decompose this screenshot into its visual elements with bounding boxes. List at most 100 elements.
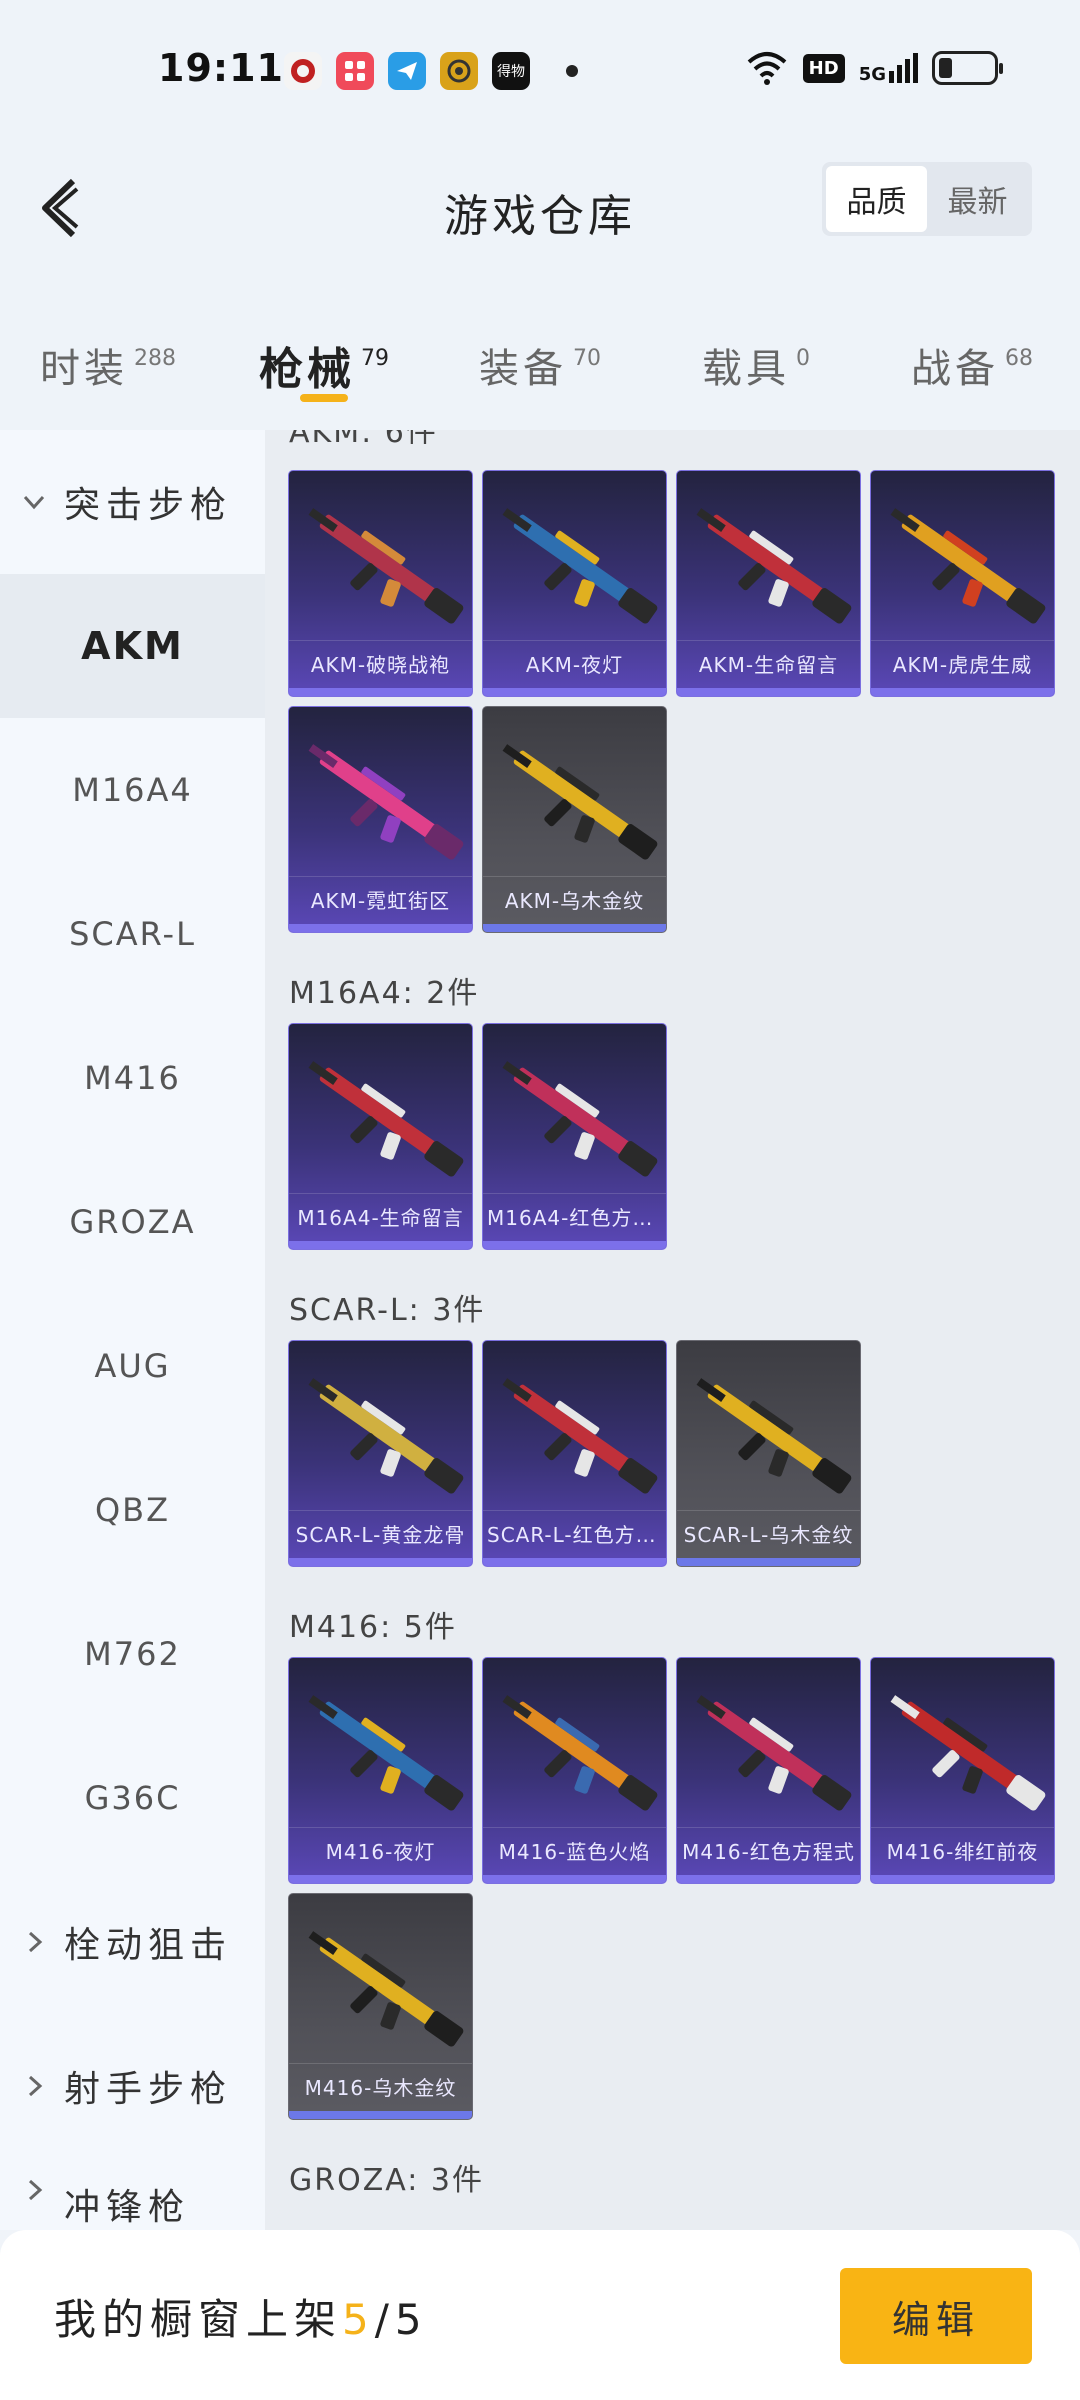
- sidebar-item-m16a4[interactable]: M16A4: [0, 718, 265, 862]
- chevron-right-icon: [28, 2075, 43, 2097]
- sidebar-item-m762[interactable]: M762: [0, 1582, 265, 1726]
- sidebar-group-assault-rifles[interactable]: 突击步枪: [0, 430, 265, 574]
- sort-toggle: 品质 最新: [822, 162, 1032, 236]
- sidebar-group-marksman-rifles[interactable]: 射手步枪: [0, 2014, 265, 2158]
- weapon-skin-name: M16A4-生命留言: [289, 1193, 472, 1241]
- weapon-skin-card[interactable]: M416-乌木金纹: [288, 1893, 473, 2120]
- weapon-image: [502, 1378, 658, 1494]
- tab-firearms[interactable]: 枪械 79: [216, 300, 432, 430]
- rarity-bar: [289, 924, 472, 932]
- tab-count: 0: [796, 345, 810, 371]
- edit-button[interactable]: 编辑: [840, 2268, 1032, 2364]
- weapon-image: [502, 744, 658, 860]
- weapon-skin-card[interactable]: AKM-霓虹街区: [288, 706, 473, 933]
- weapon-skin-name: AKM-霓虹街区: [289, 876, 472, 924]
- rarity-bar: [483, 688, 666, 696]
- weapon-image: [502, 508, 658, 624]
- weapon-skin-name: AKM-生命留言: [677, 640, 860, 688]
- sidebar-item-qbz[interactable]: QBZ: [0, 1438, 265, 1582]
- showcase-separator: /: [374, 2295, 395, 2344]
- weapon-skin-name: M416-红色方程式: [677, 1827, 860, 1875]
- showcase-current-count: 5: [342, 2295, 375, 2344]
- weapon-skin-card[interactable]: AKM-虎虎生威: [870, 470, 1055, 697]
- app-icon-black: 得物: [492, 52, 530, 90]
- weapon-skin-card[interactable]: AKM-乌木金纹: [482, 706, 667, 933]
- weapon-skin-card[interactable]: AKM-夜灯: [482, 470, 667, 697]
- sidebar-group-bolt-sniper[interactable]: 栓动狙击: [0, 1870, 265, 2014]
- weapon-image: [890, 1695, 1046, 1811]
- weapon-skin-card[interactable]: M416-蓝色火焰: [482, 1657, 667, 1884]
- battery-icon: [932, 51, 1003, 85]
- tab-vehicles[interactable]: 载具 0: [648, 300, 864, 430]
- sort-option-newest[interactable]: 最新: [927, 166, 1028, 232]
- sidebar-group-smg[interactable]: 冲锋枪: [0, 2158, 265, 2230]
- rarity-bar: [677, 1875, 860, 1883]
- more-notifications-dot: [566, 65, 578, 77]
- rarity-bar: [483, 1241, 666, 1249]
- weapon-skin-card[interactable]: SCAR-L-乌木金纹: [676, 1340, 861, 1567]
- rarity-bar: [871, 688, 1054, 696]
- showcase-total-count: 5: [394, 2295, 428, 2344]
- rarity-bar: [289, 1241, 472, 1249]
- weapon-skin-name: SCAR-L-红色方程式: [483, 1510, 666, 1558]
- chevron-down-icon: [23, 495, 45, 510]
- tab-equipment[interactable]: 装备 70: [432, 300, 648, 430]
- weapon-skin-card[interactable]: SCAR-L-黄金龙骨: [288, 1340, 473, 1567]
- sidebar-item-aug[interactable]: AUG: [0, 1294, 265, 1438]
- sidebar-item-g36c[interactable]: G36C: [0, 1726, 265, 1870]
- status-bar: 19:11 得物 HD 5G: [0, 0, 1080, 140]
- top-nav-bar: 游戏仓库 品质 最新: [0, 140, 1080, 300]
- sidebar-item-akm[interactable]: AKM: [0, 574, 265, 718]
- rarity-bar: [677, 688, 860, 696]
- notification-icons: 得物: [284, 52, 578, 90]
- weapon-image: [502, 1695, 658, 1811]
- rarity-bar: [289, 2111, 472, 2119]
- weapon-skin-card[interactable]: M16A4-红色方程式: [482, 1023, 667, 1250]
- weapon-skin-card[interactable]: M16A4-生命留言: [288, 1023, 473, 1250]
- weapon-image: [696, 508, 852, 624]
- card-grid-akm: AKM-破晓战袍 AKM-夜灯 AKM-生命留言 AKM-虎虎生威 AKM-霓虹街区 AK…: [265, 470, 1080, 933]
- weapon-skin-card[interactable]: M416-绯红前夜: [870, 1657, 1055, 1884]
- showcase-label: 我的橱窗上架: [54, 2295, 343, 2344]
- sidebar-group-label: 栓动狙击: [64, 1925, 233, 1966]
- weapon-skin-card[interactable]: AKM-破晓战袍: [288, 470, 473, 697]
- weapon-skin-name: M16A4-红色方程式: [483, 1193, 666, 1241]
- tab-outfits[interactable]: 时装 288: [0, 300, 216, 430]
- weapon-image: [308, 508, 464, 624]
- weapon-image: [502, 1061, 658, 1177]
- section-title-m416: M416: 5件: [289, 1610, 457, 1645]
- sidebar-item-scar-l[interactable]: SCAR-L: [0, 862, 265, 1006]
- section-title-m16a4: M16A4: 2件: [289, 976, 480, 1011]
- weapon-skin-card[interactable]: SCAR-L-红色方程式: [482, 1340, 667, 1567]
- sidebar-item-groza[interactable]: GROZA: [0, 1150, 265, 1294]
- tab-count: 70: [573, 345, 601, 371]
- weapon-skin-name: AKM-破晓战袍: [289, 640, 472, 688]
- weapon-skin-name: AKM-乌木金纹: [483, 876, 666, 924]
- tab-count: 68: [1005, 345, 1033, 371]
- showcase-status: 我的橱窗上架5/5: [54, 2286, 428, 2347]
- weapon-image: [696, 1378, 852, 1494]
- weapon-skin-list[interactable]: AKM: 6件 AKM-破晓战袍AKM-夜灯AKM-生命留言AKM-虎虎生威AK…: [265, 430, 1080, 2230]
- sidebar-group-label: 突击步枪: [64, 485, 233, 526]
- tab-combat-gear[interactable]: 战备 68: [864, 300, 1080, 430]
- sort-option-quality[interactable]: 品质: [826, 166, 927, 232]
- weapon-skin-name: SCAR-L-黄金龙骨: [289, 1510, 472, 1558]
- card-grid-m16a4: M16A4-生命留言 M16A4-红色方程式: [265, 1023, 1080, 1250]
- weapon-skin-name: M416-绯红前夜: [871, 1827, 1054, 1875]
- chevron-right-icon: [28, 2179, 43, 2201]
- card-grid-m416: M416-夜灯 M416-蓝色火焰 M416-红色方程式 M416-绯红前夜 M416-…: [265, 1657, 1080, 2120]
- sidebar-group-label: 射手步枪: [64, 2069, 233, 2110]
- sidebar-item-m416[interactable]: M416: [0, 1006, 265, 1150]
- weapon-skin-card[interactable]: M416-夜灯: [288, 1657, 473, 1884]
- signal-icon: 5G: [859, 53, 918, 84]
- rarity-bar: [483, 1558, 666, 1566]
- weapon-skin-card[interactable]: M416-红色方程式: [676, 1657, 861, 1884]
- app-icon-pink: [336, 52, 374, 90]
- section-title-scar-l: SCAR-L: 3件: [289, 1293, 486, 1328]
- status-time: 19:11: [158, 46, 284, 90]
- tab-label: 时装: [40, 346, 128, 392]
- rarity-bar: [289, 688, 472, 696]
- rarity-bar: [483, 1875, 666, 1883]
- weapon-skin-card[interactable]: AKM-生命留言: [676, 470, 861, 697]
- app-icon-blue: [388, 52, 426, 90]
